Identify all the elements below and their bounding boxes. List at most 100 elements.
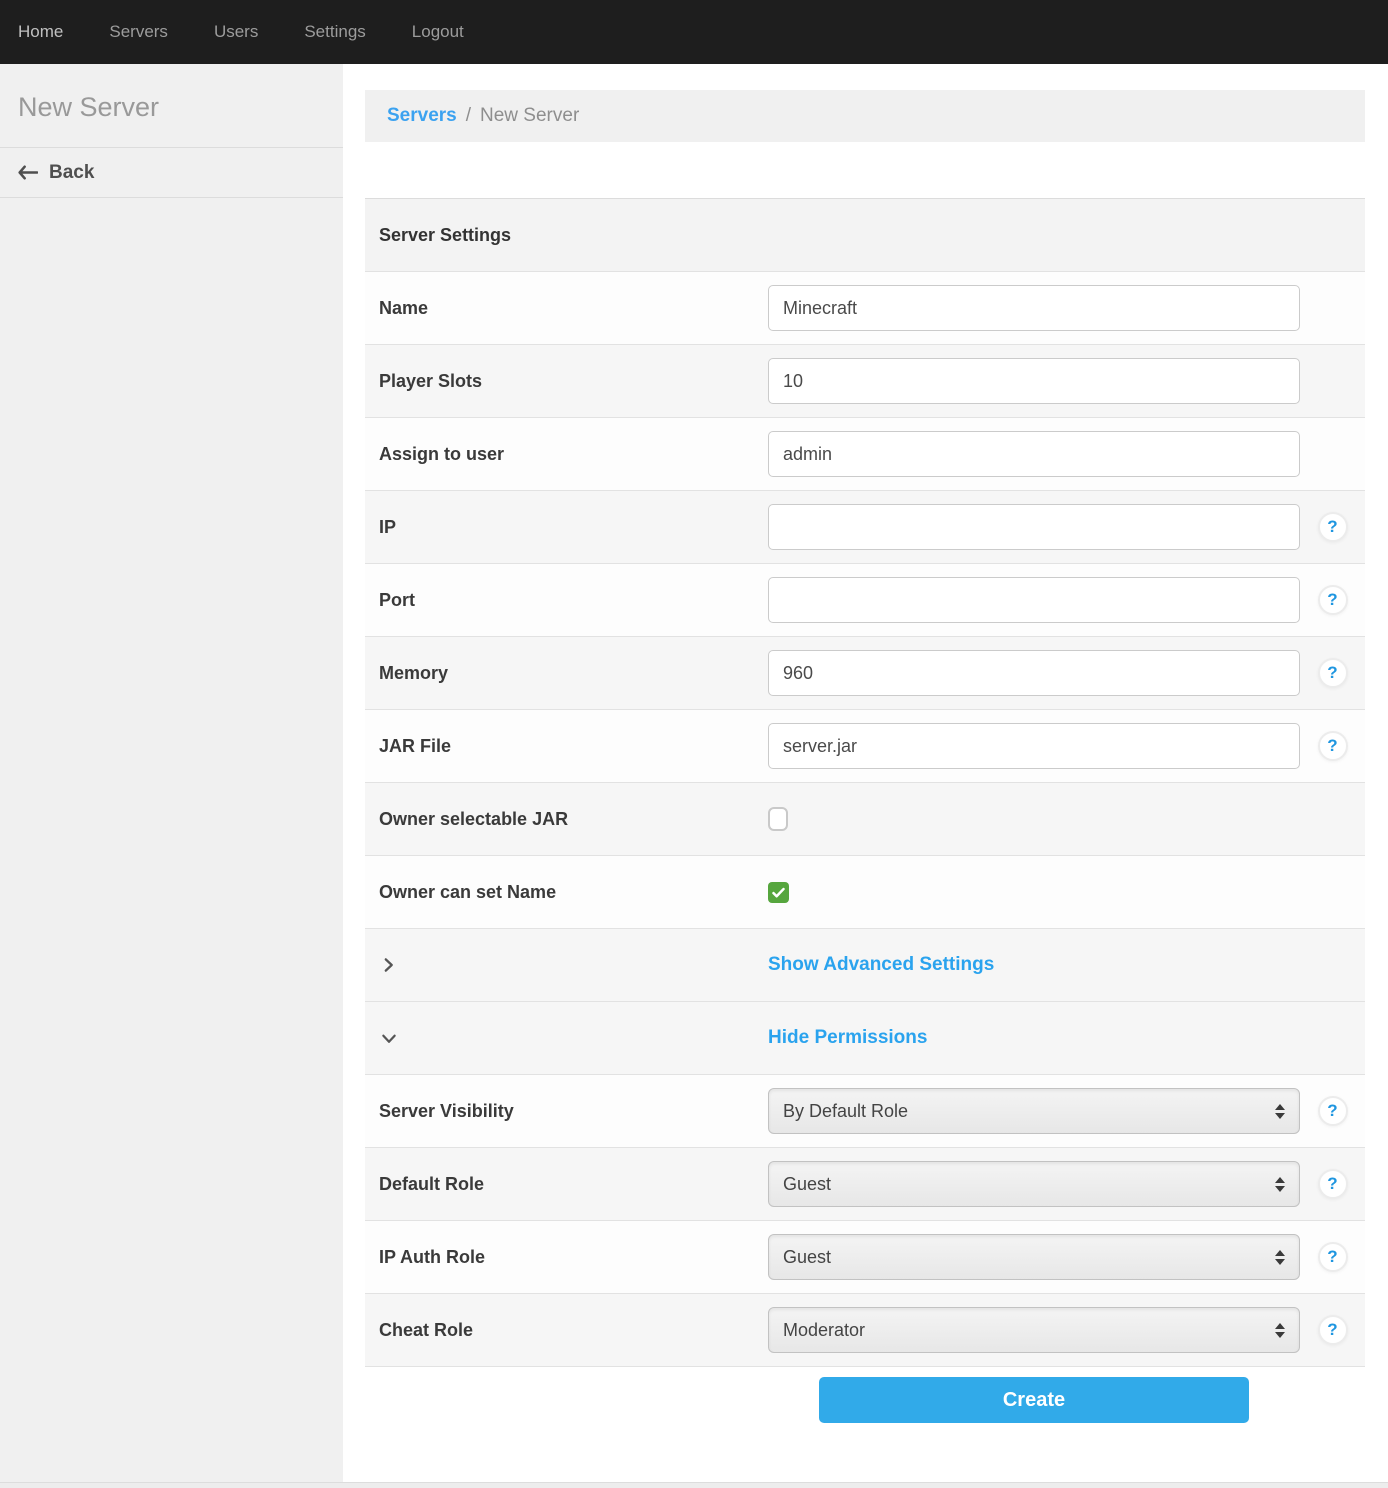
name-input[interactable] [768, 285, 1300, 331]
page-bottom-divider [0, 1482, 1388, 1488]
field-help-cell: ? [1300, 1169, 1365, 1199]
toggle-chevron-cell [365, 956, 768, 974]
chevron-right-icon[interactable] [379, 956, 397, 974]
ip-help-icon[interactable]: ? [1318, 512, 1348, 542]
field-control-cell [768, 285, 1300, 331]
field-label-cell: Player Slots [365, 371, 768, 392]
cheat-role-select[interactable]: Moderator [768, 1307, 1300, 1353]
form-row-jar-file: JAR File? [365, 710, 1365, 783]
breadcrumb: Servers / New Server [365, 90, 1365, 142]
field-label-cell: Memory [365, 663, 768, 684]
field-control-cell [768, 577, 1300, 623]
create-button[interactable]: Create [819, 1377, 1249, 1423]
default-role-select[interactable]: Guest [768, 1161, 1300, 1207]
field-label-ip-auth-role: IP Auth Role [379, 1247, 485, 1268]
owner-selectable-jar-checkbox[interactable] [768, 807, 788, 831]
nav-item-users[interactable]: Users [214, 22, 258, 42]
ip-auth-role-help-icon[interactable]: ? [1318, 1242, 1348, 1272]
field-control-cell: Hide Permissions [768, 1027, 1300, 1049]
memory-input[interactable] [768, 650, 1300, 696]
field-label-cell: IP [365, 517, 768, 538]
server-visibility-select[interactable]: By Default Role [768, 1088, 1300, 1134]
select-arrows-icon [1275, 1177, 1285, 1192]
ip-input[interactable] [768, 504, 1300, 550]
nav-item-servers[interactable]: Servers [109, 22, 168, 42]
field-help-cell: ? [1300, 1096, 1365, 1126]
field-label-cell: Port [365, 590, 768, 611]
sidebar: New Server Back [0, 64, 343, 1488]
ip-auth-role-select-value: Guest [783, 1247, 831, 1268]
field-label-cell: Owner selectable JAR [365, 809, 768, 830]
form-row-name: Name [365, 272, 1365, 345]
field-label-cell: IP Auth Role [365, 1247, 768, 1268]
field-label-player-slots: Player Slots [379, 371, 482, 392]
nav-item-home[interactable]: Home [18, 22, 63, 42]
field-help-cell: ? [1300, 731, 1365, 761]
nav-item-settings[interactable]: Settings [304, 22, 365, 42]
chevron-down-icon[interactable] [379, 1029, 399, 1047]
breadcrumb-current: New Server [480, 105, 579, 127]
form-row-owner-selectable-jar: Owner selectable JAR [365, 783, 1365, 856]
navbar: Home Servers Users Settings Logout [0, 0, 1388, 64]
select-arrows-icon [1275, 1250, 1285, 1265]
field-label-cheat-role: Cheat Role [379, 1320, 473, 1341]
field-label-cell: Assign to user [365, 444, 768, 465]
form-row-ip-auth-role: IP Auth Role Guest? [365, 1221, 1365, 1294]
server-visibility-help-icon[interactable]: ? [1318, 1096, 1348, 1126]
toggle-hide-permissions[interactable]: Hide Permissions [768, 1027, 927, 1049]
back-label: Back [49, 162, 94, 184]
form-section-header: Server Settings [365, 199, 1365, 272]
field-label-name: Name [379, 298, 428, 319]
field-control-cell [768, 882, 1300, 903]
select-arrows-icon [1275, 1104, 1285, 1119]
back-arrow-icon [18, 164, 38, 181]
cheat-role-help-icon[interactable]: ? [1318, 1315, 1348, 1345]
main-content: Servers / New Server Server Settings Nam… [343, 64, 1388, 1488]
field-label-cell: Owner can set Name [365, 882, 768, 903]
field-label-ip: IP [379, 517, 396, 538]
memory-help-icon[interactable]: ? [1318, 658, 1348, 688]
field-label-cell: Name [365, 298, 768, 319]
field-help-cell: ? [1300, 1242, 1365, 1272]
form-row-server-visibility: Server Visibility By Default Role? [365, 1075, 1365, 1148]
field-control-cell [768, 431, 1300, 477]
field-control-cell [768, 504, 1300, 550]
field-control-cell: Moderator [768, 1307, 1300, 1353]
assign-to-user-input[interactable] [768, 431, 1300, 477]
field-control-cell: Guest [768, 1161, 1300, 1207]
field-label-port: Port [379, 590, 415, 611]
cheat-role-select-value: Moderator [783, 1320, 865, 1341]
toggle-show-advanced-settings[interactable]: Show Advanced Settings [768, 954, 994, 976]
server-visibility-select-value: By Default Role [783, 1101, 908, 1122]
field-help-cell: ? [1300, 512, 1365, 542]
jar-file-input[interactable] [768, 723, 1300, 769]
field-control-cell: Guest [768, 1234, 1300, 1280]
breadcrumb-link-servers[interactable]: Servers [387, 105, 457, 127]
form-rows: Name Player Slots Assign to user IP? Port? Me… [365, 272, 1365, 1367]
form-row-assign-to-user: Assign to user [365, 418, 1365, 491]
create-row: Create [365, 1367, 1365, 1423]
field-label-owner-can-set-name: Owner can set Name [379, 882, 556, 903]
field-label-cell: Default Role [365, 1174, 768, 1195]
default-role-help-icon[interactable]: ? [1318, 1169, 1348, 1199]
field-label-server-visibility: Server Visibility [379, 1101, 514, 1122]
field-label-assign-to-user: Assign to user [379, 444, 504, 465]
player-slots-input[interactable] [768, 358, 1300, 404]
breadcrumb-separator: / [466, 105, 471, 127]
field-control-cell [768, 358, 1300, 404]
field-control-cell: Show Advanced Settings [768, 954, 1300, 976]
form-row-default-role: Default RoleGuest? [365, 1148, 1365, 1221]
toggle-chevron-cell [365, 1029, 768, 1047]
jar-file-help-icon[interactable]: ? [1318, 731, 1348, 761]
owner-can-set-name-checkbox[interactable] [768, 882, 789, 903]
port-input[interactable] [768, 577, 1300, 623]
port-help-icon[interactable]: ? [1318, 585, 1348, 615]
nav-item-logout[interactable]: Logout [412, 22, 464, 42]
ip-auth-role-select[interactable]: Guest [768, 1234, 1300, 1280]
form-row-cheat-role: Cheat Role Moderator? [365, 1294, 1365, 1367]
back-button[interactable]: Back [0, 147, 343, 198]
field-control-cell [768, 723, 1300, 769]
field-label-owner-selectable-jar: Owner selectable JAR [379, 809, 568, 830]
field-control-cell [768, 807, 1300, 831]
form-section-title: Server Settings [379, 225, 511, 246]
